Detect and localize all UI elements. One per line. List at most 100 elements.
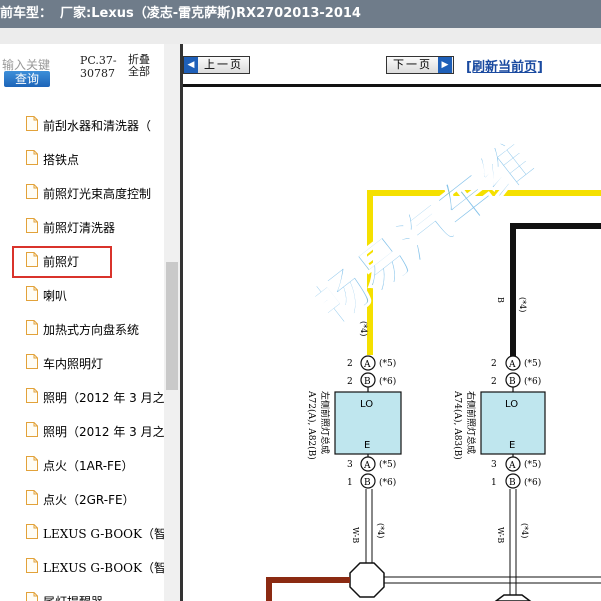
right-wire-bottom-label: W-B	[496, 527, 505, 543]
right-side-label-name: 右侧前照灯总成	[465, 391, 477, 454]
tree-item[interactable]: 前照灯清洗器	[0, 210, 164, 244]
document-icon	[26, 116, 38, 131]
left-side-label-name: 左侧前照灯总成	[319, 391, 331, 454]
right-side-label-code: A74(A), A83(B)	[452, 390, 463, 460]
window-title-bar: 前车型： 厂家:Lexus（凌志-雷克萨斯)RX2702013-2014	[0, 0, 601, 28]
right-conn-bot-b-label: B	[509, 478, 516, 488]
prev-page-label: 上一页	[204, 58, 243, 71]
search-area: 查询 PC.37-30787 折叠全部	[0, 44, 180, 100]
right-wire-top-label: B	[496, 297, 505, 303]
left-pin-top-b: 2	[347, 377, 353, 387]
tree-item-label: 尾灯提醒器	[43, 593, 103, 601]
left-pin-top-a: 2	[347, 359, 353, 369]
tree-item[interactable]: 点火（1AR-FE）	[0, 448, 164, 482]
left-box-lo: LO	[360, 399, 373, 410]
tree-item-label: 搭铁点	[43, 153, 80, 167]
left-box-e: E	[364, 440, 370, 451]
right-box-lo: LO	[505, 399, 518, 410]
right-pin-bot-b: 1	[491, 478, 497, 488]
tree-item-label: 前照灯清洗器	[43, 221, 116, 235]
right-box-e: E	[509, 440, 515, 451]
left-headlamp-assembly: (*4) 2 A (*5) 2 B (*6) LO E A72(A), A82(…	[306, 287, 402, 565]
tree-item-label: 车内照明灯	[43, 357, 104, 371]
right-note-top-b: (*6)	[524, 376, 541, 387]
tree-item-label: 前刮水器和清洗器（	[43, 119, 152, 133]
scrollbar-thumb[interactable]	[166, 262, 178, 390]
brown-wire	[266, 577, 350, 601]
tree-item[interactable]: 尾灯提醒器	[0, 584, 164, 601]
tree-item[interactable]: LEXUS G-BOOK（智	[0, 550, 166, 584]
left-pin-bot-b: 1	[347, 478, 353, 488]
tree-item[interactable]: 前照灯	[0, 244, 164, 278]
watermark-text: 畅易汽车维	[304, 130, 546, 337]
ground-junction-right	[494, 594, 532, 601]
page-nav-bar: ◀ 上一页 下一页 ▶ [刷新当前页]	[183, 44, 601, 84]
black-wire	[510, 223, 601, 357]
content-pane: ◀ 上一页 下一页 ▶ [刷新当前页] (*4) 2 A (*5) 2 B (*…	[183, 44, 601, 601]
next-page-button[interactable]: 下一页 ▶	[386, 56, 454, 74]
left-note-bot-a: (*5)	[379, 459, 396, 470]
tree-item-label: 照明（2012 年 3 月之	[43, 391, 165, 405]
document-icon	[26, 558, 38, 573]
document-tree: 前刮水器和清洗器（ 搭铁点前照灯光束高度控制前照灯清洗器 前照灯喇叭加热式方向盘系统…	[0, 108, 166, 601]
model-code: PC.37-30787	[80, 54, 117, 80]
tree-item-label: 点火（1AR-FE）	[43, 459, 134, 473]
right-conn-bot-a-label: A	[508, 461, 516, 471]
tree-item-label: 加热式方向盘系统	[43, 323, 140, 337]
document-icon	[26, 422, 38, 437]
right-note-bot-a: (*5)	[524, 459, 541, 470]
document-icon	[26, 388, 38, 403]
document-icon	[26, 286, 38, 301]
right-pin-top-a: 2	[491, 359, 497, 369]
title-prefix: 前车型：	[0, 6, 53, 21]
left-wire-bottom-label: W-B	[351, 527, 360, 543]
tree-item[interactable]: 前刮水器和清洗器（	[0, 108, 164, 142]
tree-item[interactable]: 照明（2012 年 3 月之	[0, 380, 165, 414]
tree-item[interactable]: LEXUS G-BOOK（智	[0, 516, 166, 550]
tree-item[interactable]: 前照灯光束高度控制	[0, 176, 164, 210]
right-headlamp-assembly: B (*4) 2 A (*5) 2 B (*6) LO E A74(A), A8…	[452, 297, 546, 601]
document-icon	[26, 320, 38, 335]
right-pin-bot-a: 3	[491, 460, 497, 470]
document-icon	[26, 150, 38, 165]
tree-item[interactable]: 喇叭	[0, 278, 164, 312]
left-note-bot-b: (*6)	[379, 477, 396, 488]
collapse-all-link[interactable]: 折叠全部	[128, 54, 156, 78]
right-pin-top-b: 2	[491, 377, 497, 387]
left-conn-top-a-label: A	[363, 360, 371, 370]
left-conn-top-b-label: B	[364, 377, 371, 387]
tree-item[interactable]: 点火（2GR-FE）	[0, 482, 164, 516]
left-pin-bot-a: 3	[347, 460, 353, 470]
tree-item[interactable]: 车内照明灯	[0, 346, 164, 380]
ground-junction-left	[349, 562, 385, 598]
document-icon	[26, 252, 38, 267]
prev-page-button[interactable]: ◀ 上一页	[183, 56, 250, 74]
left-note-top-a: (*5)	[379, 358, 396, 369]
sidebar: 查询 PC.37-30787 折叠全部 前刮水器和清洗器（ 搭铁点前照灯光束高度控…	[0, 44, 180, 601]
top-strip	[0, 28, 601, 44]
arrow-right-icon: ▶	[438, 57, 452, 73]
left-side-label-code: A72(A), A82(B)	[306, 390, 317, 460]
document-icon	[26, 524, 38, 539]
window-title: 厂家:Lexus（凌志-雷克萨斯)RX2702013-2014	[60, 6, 361, 21]
tree-item-label: LEXUS G-BOOK（智	[43, 561, 166, 575]
right-wire-top-note: (*4)	[518, 297, 527, 312]
sidebar-scrollbar[interactable]	[164, 44, 180, 601]
document-icon	[26, 184, 38, 199]
document-icon	[26, 456, 38, 471]
document-icon	[26, 354, 38, 369]
wiring-diagram-svg: (*4) 2 A (*5) 2 B (*6) LO E A72(A), A82(…	[266, 129, 601, 601]
tree-item[interactable]: 加热式方向盘系统	[0, 312, 164, 346]
tree-item-label: 点火（2GR-FE）	[43, 493, 135, 507]
refresh-page-link[interactable]: [刷新当前页]	[466, 56, 543, 75]
tree-item-label: 前照灯	[43, 255, 80, 269]
right-conn-top-a-label: A	[508, 360, 516, 370]
search-button[interactable]: 查询	[4, 71, 50, 87]
tree-item[interactable]: 照明（2012 年 3 月之	[0, 414, 165, 448]
arrow-left-icon: ◀	[184, 57, 198, 73]
left-wire-bottom-note: (*4)	[376, 523, 385, 538]
left-note-top-b: (*6)	[379, 376, 396, 387]
document-icon	[26, 218, 38, 233]
tree-item[interactable]: 搭铁点	[0, 142, 164, 176]
tree-item-label: 照明（2012 年 3 月之	[43, 425, 165, 439]
